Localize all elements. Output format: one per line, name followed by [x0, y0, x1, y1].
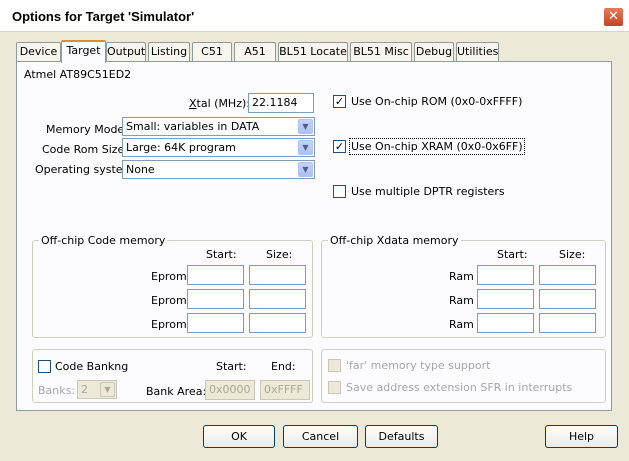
tab-target[interactable]: Target — [61, 40, 106, 63]
eprom-start-input[interactable] — [187, 313, 244, 333]
eprom-size-input[interactable] — [249, 289, 306, 309]
chevron-down-icon: ▼ — [298, 140, 313, 155]
onchip-rom-label: Use On-chip ROM (0x0-0xFFFF) — [351, 95, 523, 108]
banks-label: Banks: — [38, 384, 76, 397]
onchip-xram-checkbox[interactable]: ✓ — [333, 140, 346, 153]
close-button[interactable]: ✕ — [603, 7, 624, 27]
ram-size-input[interactable] — [539, 265, 596, 285]
defaults-button[interactable]: Defaults — [365, 425, 438, 448]
device-name: Atmel AT89C51ED2 — [24, 68, 132, 81]
eprom-label: Eprom — [151, 294, 187, 307]
bank-start-header: Start: — [216, 360, 247, 373]
bank-area-start-input[interactable]: 0x0000 — [205, 380, 255, 400]
ram-label: Ram — [449, 294, 474, 307]
ram-size-input[interactable] — [539, 289, 596, 309]
tab-utilities[interactable]: Utilities — [456, 42, 499, 62]
bank-end-header: End: — [271, 360, 296, 373]
xdata-size-header: Size: — [559, 248, 586, 261]
chevron-down-icon: ▼ — [298, 119, 313, 134]
target-tab-panel: Atmel AT89C51ED2 Xtal (MHz): 22.1184 Mem… — [16, 61, 612, 411]
ram-size-input[interactable] — [539, 313, 596, 333]
tab-bl51-misc[interactable]: BL51 Misc — [350, 42, 412, 62]
offchip-xdata-memory-title: Off-chip Xdata memory — [328, 234, 461, 247]
code-banking-label: Code Bankng — [55, 360, 129, 373]
multiple-dptr-checkbox[interactable] — [333, 185, 346, 198]
help-button[interactable]: Help — [545, 425, 618, 448]
eprom-start-input[interactable] — [187, 265, 244, 285]
ram-label: Ram — [449, 318, 474, 331]
memory-model-select[interactable]: Small: variables in DATA ▼ — [122, 117, 315, 136]
eprom-size-input[interactable] — [249, 265, 306, 285]
tab-listing[interactable]: Listing — [148, 42, 190, 62]
offchip-xdata-memory-group: Off-chip Xdata memory Start: Size: Ram R… — [321, 234, 606, 338]
eprom-label: Eprom — [151, 270, 187, 283]
xtal-input[interactable]: 22.1184 — [248, 93, 314, 113]
far-memory-label: 'far' memory type support — [346, 359, 491, 372]
window-title: Options for Target 'Simulator' — [12, 9, 195, 24]
xdata-start-header: Start: — [497, 248, 528, 261]
ram-start-input[interactable] — [477, 313, 534, 333]
far-memory-box: 'far' memory type support Save address e… — [321, 349, 606, 403]
chevron-down-icon: ▼ — [298, 162, 313, 177]
eprom-start-input[interactable] — [187, 289, 244, 309]
title-bar: Options for Target 'Simulator' ✕ — [0, 0, 629, 32]
tab-bl51-locate[interactable]: BL51 Locate — [278, 42, 348, 62]
ram-label: Ram — [449, 270, 474, 283]
tab-debug[interactable]: Debug — [414, 42, 454, 62]
tab-device[interactable]: Device — [16, 42, 61, 62]
tab-output[interactable]: Output — [106, 42, 146, 62]
banks-select[interactable]: 2 ▼ — [77, 380, 117, 399]
tab-c51[interactable]: C51 — [192, 42, 232, 62]
code-banking-box: Code Bankng Start: End: Banks: 2 ▼ Bank … — [32, 349, 313, 403]
options-dialog: Options for Target 'Simulator' ✕ Device … — [0, 0, 629, 461]
code-start-header: Start: — [206, 248, 237, 261]
ok-button[interactable]: OK — [203, 425, 275, 448]
ram-start-input[interactable] — [477, 265, 534, 285]
cancel-button[interactable]: Cancel — [283, 425, 358, 448]
operating-system-select[interactable]: None ▼ — [122, 160, 315, 179]
bank-area-end-input[interactable]: 0xFFFF — [260, 380, 310, 400]
ram-start-input[interactable] — [477, 289, 534, 309]
close-icon: ✕ — [608, 9, 619, 24]
xtal-label: Xtal (MHz): — [189, 97, 250, 110]
offchip-code-memory-title: Off-chip Code memory — [39, 234, 168, 247]
code-size-header: Size: — [266, 248, 293, 261]
code-rom-size-label: Code Rom Size: — [42, 143, 129, 156]
eprom-label: Eprom — [151, 318, 187, 331]
onchip-rom-checkbox[interactable]: ✓ — [333, 95, 346, 108]
far-memory-checkbox[interactable] — [328, 359, 341, 372]
onchip-xram-label: Use On-chip XRAM (0x0-0x6FF) — [349, 138, 525, 155]
save-address-checkbox[interactable] — [328, 381, 341, 394]
code-rom-size-select[interactable]: Large: 64K program ▼ — [122, 138, 315, 157]
bank-area-label: Bank Area: — [146, 385, 207, 398]
multiple-dptr-label: Use multiple DPTR registers — [351, 185, 505, 198]
memory-model-label: Memory Model: — [46, 123, 131, 136]
tab-a51[interactable]: A51 — [234, 42, 276, 62]
save-address-label: Save address extension SFR in interrupts — [346, 381, 573, 394]
eprom-size-input[interactable] — [249, 313, 306, 333]
offchip-code-memory-group: Off-chip Code memory Start: Size: Eprom … — [32, 234, 313, 338]
chevron-down-icon: ▼ — [100, 382, 115, 397]
code-banking-checkbox[interactable] — [38, 360, 51, 373]
